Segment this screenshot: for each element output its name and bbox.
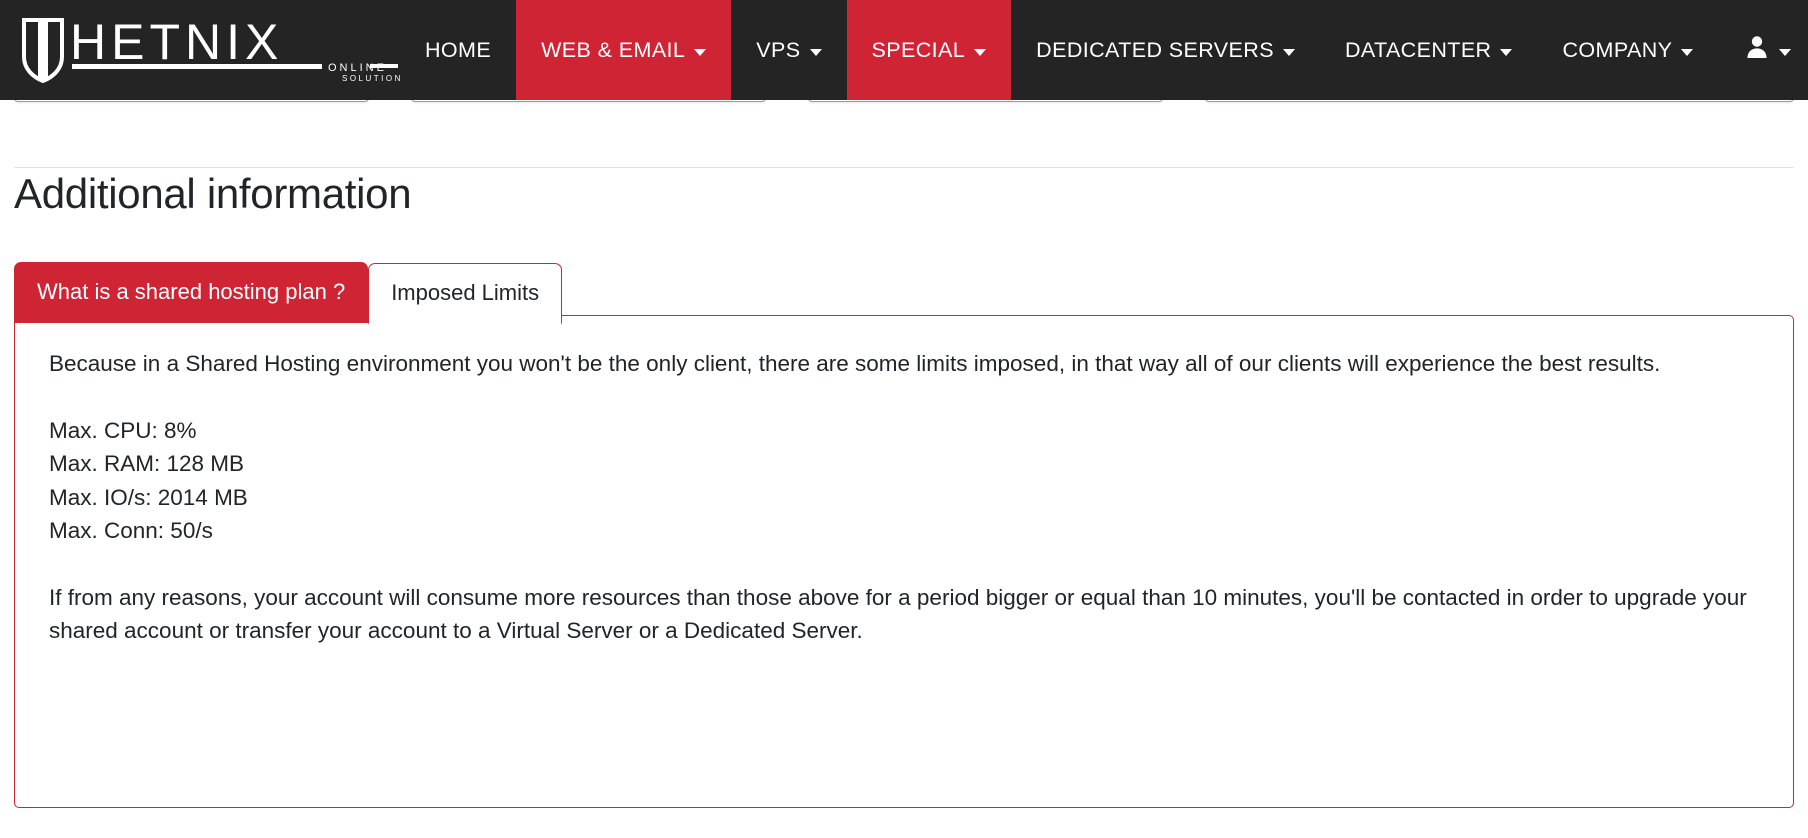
nav-item-label: COMPANY xyxy=(1562,37,1673,62)
tab-strip: What is a shared hosting plan ? Imposed L… xyxy=(14,262,563,324)
tab-what-is-a-shared-hosting-plan[interactable]: What is a shared hosting plan ? xyxy=(14,262,369,323)
chevron-down-icon xyxy=(974,48,987,56)
nav-item-home[interactable]: HOME xyxy=(400,0,516,100)
nav-item-label: DEDICATED SERVERS xyxy=(1036,37,1274,62)
section-divider xyxy=(14,167,1794,168)
limit-line: Max. CPU: 8% xyxy=(49,417,197,443)
tab-label: Imposed Limits xyxy=(391,280,540,305)
nav-item-web-email[interactable]: WEB & EMAIL xyxy=(516,0,732,100)
svg-text:HETNIX: HETNIX xyxy=(70,19,283,70)
nav-item-vps[interactable]: VPS xyxy=(731,0,846,100)
nav-item-special[interactable]: SPECIAL xyxy=(846,0,1012,100)
chevron-down-icon xyxy=(694,48,707,56)
chevron-down-icon xyxy=(1681,48,1694,56)
chevron-down-icon xyxy=(1282,48,1295,56)
panel-outro-paragraph: If from any reasons, your account will c… xyxy=(49,584,1747,644)
limit-line: Max. IO/s: 2014 MB xyxy=(49,484,248,510)
nav-item-company[interactable]: COMPANY xyxy=(1537,0,1718,100)
limit-line: Max. Conn: 50/s xyxy=(49,518,213,543)
navbar-menu: HOME WEB & EMAIL VPS SPECIAL DEDICATED SERVE… xyxy=(400,0,1808,100)
panel-intro-paragraph: Because in a Shared Hosting environment … xyxy=(49,351,1661,376)
nav-item-dedicated-servers[interactable]: DEDICATED SERVERS xyxy=(1011,0,1320,100)
chevron-down-icon xyxy=(809,48,822,56)
tab-imposed-limits[interactable]: Imposed Limits xyxy=(368,263,563,324)
page-title: Additional information xyxy=(14,170,412,217)
brand-wordmark: HETNIX ONLINE SOLUTIONS xyxy=(70,19,400,81)
nav-item-label: VPS xyxy=(756,37,801,62)
imposed-limits-list: Max. CPU: 8% Max. RAM: 128 MB Max. IO/s: 2… xyxy=(49,414,1759,548)
nav-item-account[interactable] xyxy=(1718,0,1808,100)
shield-icon xyxy=(22,17,64,84)
nav-item-label: SPECIAL xyxy=(871,37,966,62)
chevron-down-icon xyxy=(1500,48,1513,56)
svg-text:SOLUTIONS: SOLUTIONS xyxy=(342,74,400,81)
tab-label: What is a shared hosting plan ? xyxy=(37,279,346,304)
nav-item-label: HOME xyxy=(425,37,492,62)
tab-panel-imposed-limits: Because in a Shared Hosting environment … xyxy=(14,315,1794,808)
site-logo[interactable]: HETNIX ONLINE SOLUTIONS xyxy=(0,0,400,100)
nav-item-datacenter[interactable]: DATACENTER xyxy=(1320,0,1538,100)
user-account-icon xyxy=(1744,34,1770,66)
nav-item-label: DATACENTER xyxy=(1344,37,1492,62)
main-navbar: HETNIX ONLINE SOLUTIONS HOME WEB & EMAIL V… xyxy=(0,0,1808,100)
chevron-down-icon xyxy=(1779,48,1792,56)
nav-item-label: WEB & EMAIL xyxy=(541,37,686,62)
limit-line: Max. RAM: 128 MB xyxy=(49,451,245,476)
